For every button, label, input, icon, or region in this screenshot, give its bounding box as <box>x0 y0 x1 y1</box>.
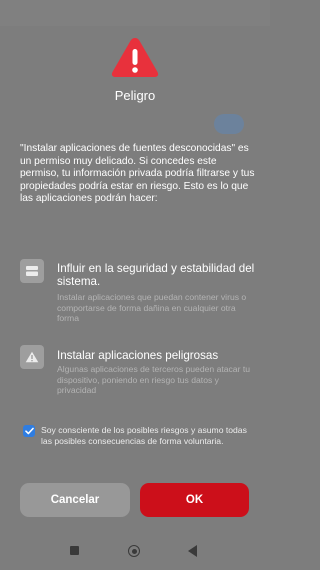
storage-icon <box>20 259 44 283</box>
danger-warning-icon <box>111 38 159 77</box>
dialog-title: Peligro <box>114 88 156 103</box>
acknowledge-checkbox[interactable] <box>23 425 35 437</box>
permission-desc-system: Instalar aplicaciones que puedan contene… <box>57 292 247 324</box>
warning-triangle-icon <box>20 345 44 369</box>
checkmark-icon <box>24 427 34 435</box>
background-toggle <box>214 114 244 134</box>
dialog-intro-text: "Instalar aplicaciones de fuentes descon… <box>20 143 255 205</box>
nav-square-icon[interactable] <box>70 546 79 555</box>
nav-home-icon[interactable] <box>128 545 140 557</box>
permission-title-system: Influir en la seguridad y estabilidad de… <box>57 262 255 289</box>
permission-desc-dangerous-apps: Algunas aplicaciones de terceros pueden … <box>57 364 251 396</box>
ok-button[interactable]: OK <box>140 483 249 517</box>
background-bar <box>0 0 270 26</box>
nav-back-triangle-icon[interactable] <box>188 545 197 557</box>
cancel-button[interactable]: Cancelar <box>20 483 130 517</box>
acknowledge-label[interactable]: Soy consciente de los posibles riesgos y… <box>41 425 251 447</box>
permission-title-dangerous-apps: Instalar aplicaciones peligrosas <box>57 349 219 362</box>
